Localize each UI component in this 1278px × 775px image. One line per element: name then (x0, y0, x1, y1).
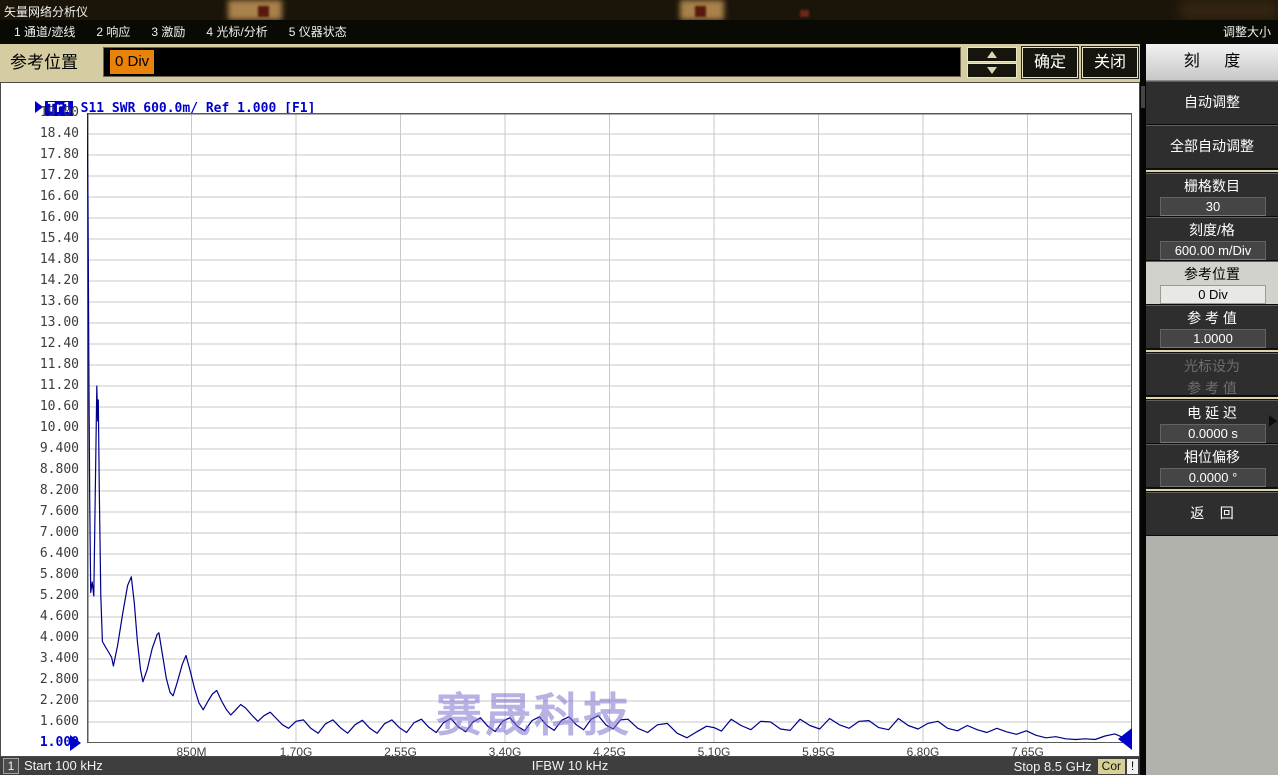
close-button[interactable]: 关闭 (1082, 47, 1138, 78)
y-tick-label: 7.600 (13, 504, 79, 520)
y-tick-label: 19.00 (13, 105, 79, 121)
stepper-down-button[interactable] (967, 63, 1017, 78)
menu-bar: 1 通道/迹线 2 响应 3 激励 4 光标/分析 5 仪器状态 调整大小 (0, 20, 1278, 44)
menu-item-resize[interactable]: 调整大小 (1223, 20, 1271, 44)
y-tick-label: 5.800 (13, 567, 79, 583)
stepper-up-button[interactable] (967, 47, 1017, 62)
y-tick-label: 6.400 (13, 546, 79, 562)
softkey-4[interactable]: 刻度/格600.00 m/Div (1146, 217, 1278, 261)
softkey-label: 参 考 值 (1146, 309, 1278, 328)
softkey-value: 1.0000 (1160, 329, 1266, 348)
arrow-down-icon (987, 67, 997, 74)
softkey-value: 0.0000 ° (1160, 468, 1266, 487)
softkey-5[interactable]: 参考位置0 Div (1146, 261, 1278, 305)
titlebar-reflection (680, 0, 724, 20)
alert-badge: ! (1127, 759, 1138, 774)
y-tick-label: 3.400 (13, 651, 79, 667)
y-tick-label: 5.200 (13, 588, 79, 604)
value-stepper (967, 47, 1017, 78)
y-tick-label: 12.40 (13, 336, 79, 352)
swr-trace-plot (87, 113, 1132, 743)
softkey-label: 参 考 值 (1146, 379, 1278, 398)
reference-level-marker-icon[interactable] (70, 735, 81, 751)
softkey-1[interactable]: 自动调整 (1146, 81, 1278, 125)
softkey-label: 栅格数目 (1146, 177, 1278, 196)
softkey-value: 600.00 m/Div (1160, 241, 1266, 260)
start-frequency-label: Start 100 kHz (24, 757, 103, 774)
titlebar-reflection (228, 0, 282, 20)
softkey-label: 相位偏移 (1146, 448, 1278, 467)
trace-end-marker-icon[interactable] (1118, 728, 1132, 750)
softkey-9[interactable]: 相位偏移0.0000 ° (1146, 444, 1278, 488)
ifbw-label: IFBW 10 kHz (532, 757, 609, 774)
y-tick-label: 18.40 (13, 126, 79, 142)
softkey-label: 刻度/格 (1146, 221, 1278, 240)
status-bar: 1 Start 100 kHz IFBW 10 kHz Stop 8.5 GHz… (0, 757, 1140, 775)
softkey-8[interactable]: 电 延 迟0.0000 s (1146, 400, 1278, 444)
plot-area (87, 113, 1132, 743)
softkey-7: 光标设为参 考 值 (1146, 353, 1278, 396)
sidebar-title-scale: 刻 度 (1146, 44, 1278, 81)
y-tick-label: 9.400 (13, 441, 79, 457)
softkey-label: 电 延 迟 (1146, 404, 1278, 423)
correction-badge: Cor (1098, 759, 1125, 774)
softkey-label: 返 回 (1146, 493, 1278, 533)
reference-position-input[interactable]: 0 Div (103, 47, 961, 77)
y-tick-label: 10.60 (13, 399, 79, 415)
entry-label: 参考位置 (10, 44, 78, 82)
window-titlebar: 矢量网络分析仪 (0, 0, 1278, 20)
y-tick-label: 10.00 (13, 420, 79, 436)
titlebar-reflection (1180, 0, 1278, 20)
softkey-value: 0 Div (1160, 285, 1266, 304)
y-tick-label: 11.80 (13, 357, 79, 373)
titlebar-reflection (258, 6, 269, 17)
softkey-label: 自动调整 (1146, 82, 1278, 122)
stop-frequency-label: Stop 8.5 GHz (1014, 758, 1092, 775)
divider-handle[interactable] (1141, 86, 1145, 108)
softkey-sidebar: 刻 度 自动调整全部自动调整栅格数目30刻度/格600.00 m/Div参考位置… (1146, 44, 1278, 775)
y-tick-label: 13.00 (13, 315, 79, 331)
submenu-arrow-icon (1269, 415, 1277, 427)
y-tick-label: 8.200 (13, 483, 79, 499)
menu-item-1[interactable]: 1 通道/迹线 (9, 20, 80, 44)
y-tick-label: 16.00 (13, 210, 79, 226)
softkey-10[interactable]: 返 回 (1146, 492, 1278, 536)
menu-item-3[interactable]: 3 激励 (146, 20, 190, 44)
y-tick-label: 17.20 (13, 168, 79, 184)
y-tick-label: 14.80 (13, 252, 79, 268)
channel-badge: 1 (3, 758, 19, 774)
softkey-label: 全部自动调整 (1146, 126, 1278, 166)
softkey-3[interactable]: 栅格数目30 (1146, 173, 1278, 217)
menu-item-4[interactable]: 4 光标/分析 (201, 20, 272, 44)
titlebar-reflection (695, 6, 706, 17)
y-tick-label: 17.80 (13, 147, 79, 163)
y-tick-label: 8.800 (13, 462, 79, 478)
y-tick-label: 14.20 (13, 273, 79, 289)
window-title: 矢量网络分析仪 (4, 3, 88, 20)
y-tick-label: 15.40 (13, 231, 79, 247)
softkey-label: 光标设为 (1146, 357, 1278, 376)
y-tick-label: 4.000 (13, 630, 79, 646)
softkey-value: 30 (1160, 197, 1266, 216)
titlebar-reflection (800, 10, 809, 17)
y-tick-label: 11.20 (13, 378, 79, 394)
softkey-2[interactable]: 全部自动调整 (1146, 125, 1278, 169)
y-tick-label: 7.000 (13, 525, 79, 541)
y-tick-label: 4.600 (13, 609, 79, 625)
y-tick-label: 2.200 (13, 693, 79, 709)
softkey-6[interactable]: 参 考 值1.0000 (1146, 305, 1278, 349)
menu-item-2[interactable]: 2 响应 (91, 20, 135, 44)
y-tick-label: 16.60 (13, 189, 79, 205)
softkey-label: 参考位置 (1146, 265, 1278, 284)
y-tick-label: 13.60 (13, 294, 79, 310)
arrow-up-icon (987, 51, 997, 58)
y-tick-label: 2.800 (13, 672, 79, 688)
input-selected-text: 0 Div (110, 50, 154, 74)
y-tick-label: 1.600 (13, 714, 79, 730)
softkey-value: 0.0000 s (1160, 424, 1266, 443)
entry-toolbar: 参考位置 0 Div 确定 关闭 (0, 44, 1140, 82)
menu-item-5[interactable]: 5 仪器状态 (284, 20, 352, 44)
chart-panel: Tr1 S11 SWR 600.0m/ Ref 1.000 [F1] 19.00… (0, 82, 1140, 757)
ok-button[interactable]: 确定 (1022, 47, 1078, 78)
